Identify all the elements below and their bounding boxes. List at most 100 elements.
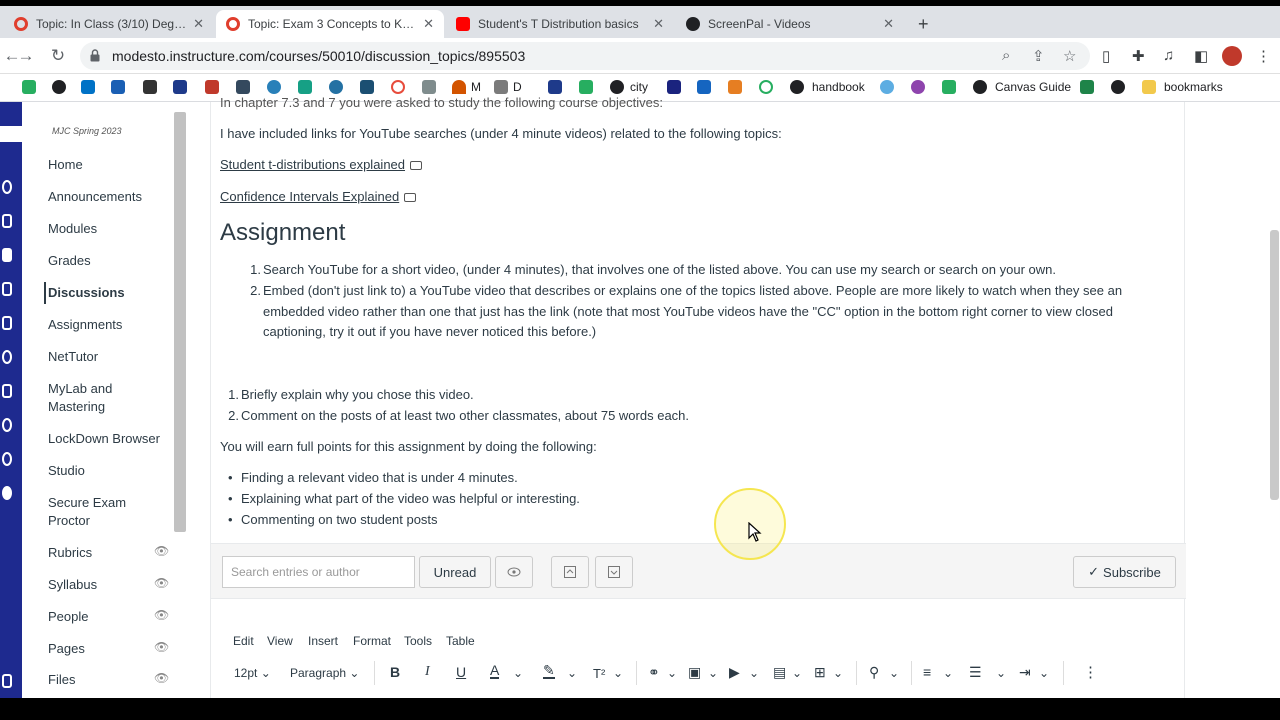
nav-announcements[interactable]: Announcements (48, 188, 178, 206)
link-t-distributions[interactable]: Student t-distributions explained (220, 154, 423, 175)
tab-exam3[interactable]: Topic: Exam 3 Concepts to Know ✕ (216, 10, 444, 38)
dashboard-icon[interactable] (2, 214, 12, 228)
bookmark-icon[interactable] (81, 80, 95, 94)
highlight-icon[interactable]: ✎ (543, 663, 555, 679)
commons-icon[interactable] (2, 418, 12, 432)
align-icon[interactable]: ≡ (923, 664, 931, 680)
close-icon[interactable]: ✕ (883, 16, 894, 32)
menu-icon[interactable]: ⋮ (1256, 47, 1271, 65)
close-icon[interactable]: ✕ (423, 16, 434, 32)
tab-youtube[interactable]: Student's T Distribution basics ✕ (446, 10, 674, 38)
superscript-icon[interactable]: T² (593, 666, 605, 681)
search-entries-input[interactable] (222, 556, 415, 588)
bookmark-icon[interactable] (173, 80, 187, 94)
show-eye-button[interactable] (495, 556, 533, 588)
nav-assignments[interactable]: Assignments (48, 316, 178, 334)
sidepanel-icon[interactable]: ◧ (1194, 47, 1208, 65)
help-icon[interactable] (2, 452, 12, 466)
chevron-down-icon[interactable]: ⌄ (792, 666, 802, 680)
media-icon[interactable]: ▶ (729, 664, 740, 681)
bookmark-icon[interactable] (697, 80, 711, 94)
bookmark-icon[interactable] (880, 80, 894, 94)
menu-view[interactable]: View (267, 634, 293, 648)
indent-icon[interactable]: ⇥ (1019, 664, 1031, 681)
link-text[interactable]: Student t-distributions explained (220, 157, 405, 172)
nav-studio[interactable]: Studio (48, 462, 178, 480)
nav-modules[interactable]: Modules (48, 220, 178, 238)
bookmark-icon[interactable] (911, 80, 925, 94)
nav-home[interactable]: Home (48, 156, 178, 174)
tab-screenpal[interactable]: ScreenPal - Videos ✕ (676, 10, 904, 38)
image-icon[interactable]: ▣ (688, 664, 701, 681)
link-text[interactable]: Confidence Intervals Explained (220, 189, 399, 204)
history-icon[interactable] (2, 350, 12, 364)
course-nav-scrollbar[interactable] (174, 112, 186, 532)
calendar-icon[interactable] (2, 282, 12, 296)
chevron-down-icon[interactable]: ⌄ (889, 666, 899, 680)
address-bar[interactable]: modesto.instructure.com/courses/50010/di… (80, 42, 1090, 70)
nav-mylab[interactable]: MyLab and Mastering (48, 380, 138, 416)
bookmark-icon[interactable] (942, 80, 956, 94)
link-confidence-intervals[interactable]: Confidence Intervals Explained (220, 186, 417, 207)
expand-button[interactable] (551, 556, 589, 588)
page-scrollbar[interactable] (1270, 230, 1279, 500)
bookmark-handbook[interactable]: handbook (790, 80, 865, 94)
chevron-down-icon[interactable]: ⌄ (708, 666, 718, 680)
bookmark-canvas-guide[interactable]: Canvas Guide (973, 80, 1071, 94)
bookmark-icon[interactable] (1080, 80, 1094, 94)
chevron-down-icon[interactable]: ⌄ (513, 666, 523, 680)
bookmark-folder[interactable]: bookmarks (1142, 80, 1223, 94)
collapse-nav-icon[interactable] (2, 674, 12, 688)
document-icon[interactable]: ▤ (773, 664, 786, 681)
nav-lockdown[interactable]: LockDown Browser (48, 430, 178, 448)
avatar[interactable] (1222, 46, 1242, 66)
media-icon[interactable]: ♫ (1163, 47, 1174, 64)
bookmark-icon[interactable] (143, 80, 157, 94)
chevron-down-icon[interactable]: ⌄ (833, 666, 843, 680)
menu-edit[interactable]: Edit (233, 634, 254, 648)
subscribe-button[interactable]: ✓ Subscribe (1073, 556, 1176, 588)
link-icon[interactable]: ⚭ (648, 664, 660, 681)
menu-insert[interactable]: Insert (308, 634, 338, 648)
chevron-down-icon[interactable]: ⌄ (943, 666, 953, 680)
account-icon[interactable] (2, 180, 12, 194)
bookmark-icon[interactable] (1111, 80, 1125, 94)
bookmark-icon[interactable] (22, 80, 36, 94)
share-icon[interactable]: ⇪ (1032, 47, 1045, 65)
chevron-down-icon[interactable]: ⌄ (1039, 666, 1049, 680)
nav-secure-exam[interactable]: Secure Exam Proctor (48, 494, 138, 530)
menu-table[interactable]: Table (446, 634, 475, 648)
clock-icon[interactable] (759, 80, 773, 94)
star-icon[interactable]: ☆ (1063, 47, 1076, 65)
courses-icon[interactable] (2, 248, 12, 262)
underline-icon[interactable]: U (456, 664, 466, 680)
chevron-down-icon[interactable]: ⌄ (749, 666, 759, 680)
reader-icon[interactable]: ▯ (1102, 47, 1110, 65)
nav-nettutor[interactable]: NetTutor (48, 348, 178, 366)
unread-button[interactable]: Unread (419, 556, 491, 588)
zoom-icon[interactable]: ⌕ (1002, 47, 1010, 64)
more-icon[interactable]: ⋮ (1083, 663, 1098, 681)
equation-icon[interactable]: ⚲ (869, 664, 879, 681)
menu-tools[interactable]: Tools (404, 634, 432, 648)
apps-icon[interactable]: ⊞ (814, 664, 826, 681)
chevron-down-icon[interactable]: ⌄ (613, 666, 623, 680)
nav-discussions[interactable]: Discussions (48, 284, 178, 302)
close-icon[interactable]: ✕ (193, 16, 204, 32)
collapse-icon[interactable] (2, 486, 12, 500)
chevron-down-icon[interactable]: ⌄ (567, 666, 577, 680)
new-tab-button[interactable]: + (908, 10, 938, 38)
chevron-down-icon[interactable]: ⌄ (667, 666, 677, 680)
bookmark-icon[interactable] (52, 80, 66, 94)
bookmark-icon[interactable] (728, 80, 742, 94)
forward-icon[interactable]: → (14, 44, 38, 68)
italic-icon[interactable]: I (425, 664, 430, 680)
font-size-select[interactable]: 12pt ⌄ (234, 666, 271, 680)
bookmark-icon[interactable] (111, 80, 125, 94)
nav-grades[interactable]: Grades (48, 252, 178, 270)
tab-in-class[interactable]: Topic: In Class (3/10) Degrees o ✕ (4, 10, 214, 38)
close-icon[interactable]: ✕ (653, 16, 664, 32)
chevron-down-icon[interactable]: ⌄ (996, 666, 1006, 680)
menu-format[interactable]: Format (353, 634, 391, 648)
inbox-icon[interactable] (2, 316, 12, 330)
